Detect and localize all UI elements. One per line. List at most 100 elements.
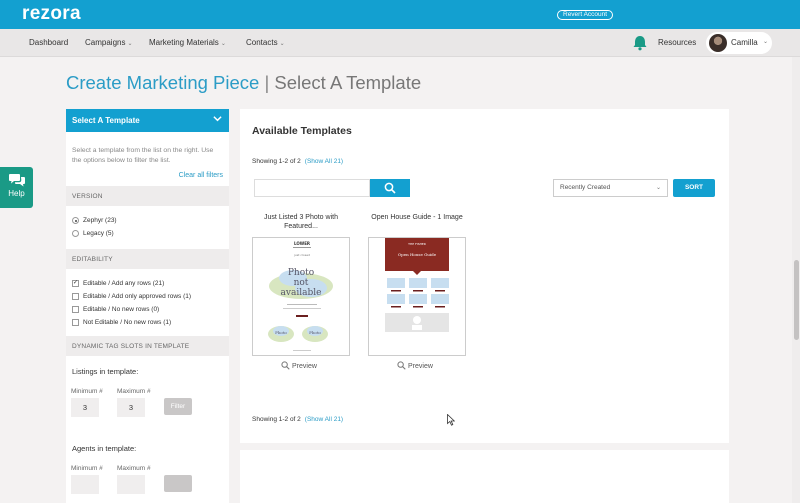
nav-dashboard-label: Dashboard xyxy=(29,38,69,47)
agents-max-label: Maximum # xyxy=(117,465,151,472)
help-tab[interactable]: Help xyxy=(0,167,33,208)
listings-min-input[interactable]: 3 xyxy=(71,398,99,417)
thumb-photo-na-small-2: Photo xyxy=(309,330,321,335)
agents-in-template-label: Agents in template: xyxy=(72,444,137,453)
listings-minmax: Minimum # Maximum # 3 3 Filter xyxy=(66,388,229,428)
template-thumbnail-image: LOWER just closed Photo not available Ph… xyxy=(253,238,349,355)
dynamic-slots-heading: DYNAMIC TAG SLOTS IN TEMPLATE xyxy=(66,336,229,356)
template-search-input[interactable] xyxy=(254,179,370,197)
version-heading: VERSION xyxy=(66,186,229,206)
showing-count-bottom: Showing 1-2 of 2 (Show All 21) xyxy=(252,416,343,423)
main-nav: Dashboard Campaigns ⌄ Marketing Materials… xyxy=(0,29,800,57)
template-thumbnail-open-house[interactable]: THE FISHER Open House Guide xyxy=(368,237,466,356)
thumb-photo-na-small-1: Photo xyxy=(275,330,287,335)
chevron-down-icon xyxy=(213,116,222,122)
scrollbar-thumb[interactable] xyxy=(794,260,799,340)
editability-option-no-new-rows[interactable]: Editable / No new rows (0) xyxy=(66,305,229,318)
checkbox-approved-rows[interactable] xyxy=(72,293,79,300)
resources-link[interactable]: Resources xyxy=(658,38,696,47)
page-title-sub: Select A Template xyxy=(274,72,422,93)
editability-option-label: Not Editable / No new rows (1) xyxy=(83,319,172,326)
available-templates-title: Available Templates xyxy=(252,125,352,137)
listings-max-input[interactable]: 3 xyxy=(117,398,145,417)
user-menu[interactable]: Camilla ⌄ xyxy=(706,32,772,54)
template-name[interactable]: Open House Guide - 1 Image xyxy=(368,213,466,222)
editability-option-not-editable[interactable]: Not Editable / No new rows (1) xyxy=(66,318,229,331)
nav-campaigns-label: Campaigns xyxy=(85,38,126,47)
sort-select-value: Recently Created xyxy=(560,184,611,191)
clear-all-filters-link[interactable]: Clear all filters xyxy=(66,166,229,179)
listings-min-label: Minimum # xyxy=(71,388,103,395)
editability-option-label: Editable / No new rows (0) xyxy=(83,306,160,313)
mouse-cursor-icon xyxy=(447,414,455,426)
agents-min-input[interactable] xyxy=(71,475,99,494)
showing-count-text: Showing 1-2 of 2 xyxy=(252,416,301,423)
page-title-separator: | xyxy=(264,72,270,93)
template-thumbnail-image: THE FISHER Open House Guide xyxy=(369,238,465,355)
thumb-photo-na-3: available xyxy=(281,288,322,298)
user-name: Camilla xyxy=(731,38,758,47)
showing-count-top: Showing 1-2 of 2 (Show All 21) xyxy=(252,158,343,165)
version-option-legacy[interactable]: Legacy (5) xyxy=(66,229,229,242)
chevron-down-icon: ⌄ xyxy=(127,41,133,47)
listings-filter-button[interactable]: Filter xyxy=(164,398,192,415)
version-option-zephyr[interactable]: Zephyr (23) xyxy=(66,216,229,229)
page-title: Create Marketing Piece | Select A Templa… xyxy=(66,72,421,94)
thumb-photo-na-1: Photo xyxy=(288,268,314,278)
template-name[interactable]: Just Listed 3 Photo with Featured... xyxy=(252,213,350,231)
thumb-oh-header: THE FISHER xyxy=(407,242,426,246)
radio-legacy[interactable] xyxy=(72,230,79,237)
help-label: Help xyxy=(8,189,25,198)
editability-option-approved-rows[interactable]: Editable / Add only approved rows (1) xyxy=(66,292,229,305)
preview-link[interactable]: Preview xyxy=(281,361,317,370)
thumb-oh-title: Open House Guide xyxy=(398,252,437,257)
editability-option-any-rows[interactable]: ✓ Editable / Add any rows (21) xyxy=(66,279,229,292)
checkbox-any-rows[interactable]: ✓ xyxy=(72,280,79,287)
editability-option-label: Editable / Add any rows (21) xyxy=(83,280,165,287)
agents-max-input[interactable] xyxy=(117,475,145,494)
thumb-subtitle: just closed xyxy=(293,253,310,257)
rezora-logo[interactable]: rezora xyxy=(22,3,81,25)
agents-minmax: Minimum # Maximum # xyxy=(66,465,229,503)
sort-button[interactable]: SORT xyxy=(673,179,715,197)
revert-account-button[interactable]: Revert Account xyxy=(557,10,614,20)
thumb-logo: LOWER xyxy=(294,241,310,246)
bell-icon[interactable] xyxy=(632,35,648,51)
show-all-link[interactable]: (Show All 21) xyxy=(305,416,343,423)
version-option-label: Legacy (5) xyxy=(83,230,114,237)
listings-in-template-label: Listings in template: xyxy=(72,367,139,376)
editability-option-label: Editable / Add only approved rows (1) xyxy=(83,293,192,300)
show-all-link[interactable]: (Show All 21) xyxy=(305,158,343,165)
avatar xyxy=(709,34,727,52)
nav-campaigns[interactable]: Campaigns ⌄ xyxy=(85,38,133,47)
preview-label: Preview xyxy=(408,363,433,370)
sort-select[interactable]: Recently Created ⌄ xyxy=(553,179,668,197)
search-button[interactable] xyxy=(370,179,410,197)
thumb-photo-na-2: not xyxy=(294,278,309,288)
filter-sidebar: Select A Template Select a template from… xyxy=(66,109,229,503)
editability-heading: EDITABILITY xyxy=(66,249,229,269)
nav-marketing-materials-label: Marketing Materials xyxy=(149,38,219,47)
chevron-down-icon: ⌄ xyxy=(279,41,285,47)
nav-dashboard[interactable]: Dashboard xyxy=(29,38,68,47)
select-template-header[interactable]: Select A Template xyxy=(66,109,229,132)
agents-filter-button[interactable] xyxy=(164,475,192,492)
chat-icon xyxy=(8,174,25,187)
nav-contacts[interactable]: Contacts ⌄ xyxy=(246,38,285,47)
magnifier-icon xyxy=(281,361,290,370)
checkbox-not-editable[interactable] xyxy=(72,319,79,326)
radio-zephyr[interactable] xyxy=(72,217,79,224)
chevron-down-icon: ⌄ xyxy=(655,185,661,191)
template-thumbnail-just-listed[interactable]: LOWER just closed Photo not available Ph… xyxy=(252,237,350,356)
nav-marketing-materials[interactable]: Marketing Materials ⌄ xyxy=(149,38,226,47)
templates-panel: Available Templates Showing 1-2 of 2 (Sho… xyxy=(240,109,729,443)
top-bar: rezora Revert Account xyxy=(0,0,800,29)
listings-max-label: Maximum # xyxy=(117,388,151,395)
page-title-main: Create Marketing Piece xyxy=(66,72,260,93)
preview-link[interactable]: Preview xyxy=(397,361,433,370)
preview-label: Preview xyxy=(292,363,317,370)
checkbox-no-new-rows[interactable] xyxy=(72,306,79,313)
search-icon xyxy=(384,182,396,194)
chevron-down-icon: ⌄ xyxy=(763,39,769,45)
sidebar-description: Select a template from the list on the r… xyxy=(72,147,214,164)
